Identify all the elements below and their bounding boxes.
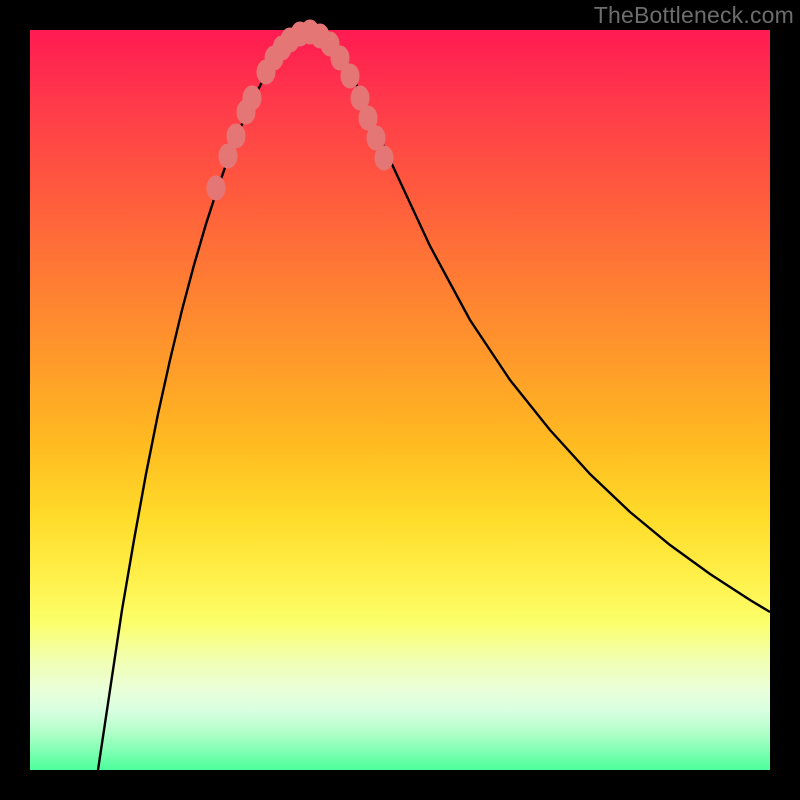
marker-dot (227, 124, 245, 148)
marker-dot (243, 86, 261, 110)
curve-layer (30, 30, 770, 770)
marker-dot (207, 176, 225, 200)
marker-dot (341, 64, 359, 88)
bottleneck-curve (98, 31, 770, 770)
watermark-text: TheBottleneck.com (594, 2, 794, 29)
marker-dot (375, 146, 393, 170)
chart-frame: TheBottleneck.com (0, 0, 800, 800)
highlight-markers (207, 20, 393, 200)
